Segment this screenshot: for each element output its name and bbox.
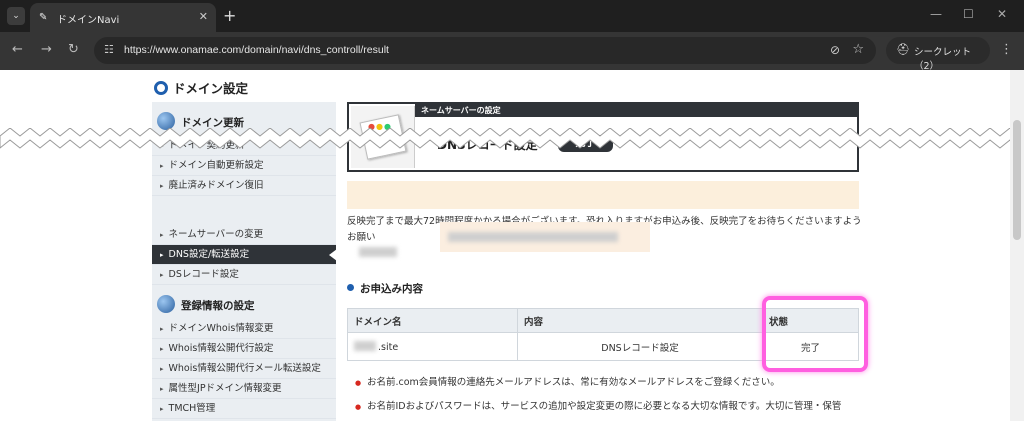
sidebar-item-nameserver[interactable]: ▸ ネームサーバーの変更	[152, 225, 336, 245]
cell-content: DNSレコード設定	[517, 332, 763, 361]
browser-tab[interactable]: ✎ ドメインNavi ✕	[30, 3, 216, 32]
tab-close-icon[interactable]: ✕	[199, 10, 208, 23]
window-close-icon[interactable]: ✕	[997, 7, 1007, 21]
sidebar-item-auto-renewal[interactable]: ▸ ドメイン自動更新設定	[152, 156, 336, 176]
notes-list: お名前.com会員情報の連絡先メールアドレスは、常に有効なメールアドレスをご登録…	[355, 376, 857, 421]
redacted-text	[359, 247, 397, 257]
column-header-domain: ドメイン名	[347, 308, 518, 333]
status-highlight-frame	[762, 296, 868, 372]
forward-arrow-icon[interactable]: →	[41, 42, 52, 57]
redacted-box	[440, 222, 650, 252]
torn-edge-divider	[0, 128, 1024, 149]
sidebar-item-whois-change[interactable]: ▸ ドメインWhois情報変更	[152, 319, 336, 339]
browser-menu-icon[interactable]: ⋮	[1000, 42, 1013, 57]
sidebar-item-ds-record[interactable]: ▸ DSレコード設定	[152, 265, 336, 285]
site-info-icon[interactable]: ☷	[104, 43, 114, 56]
scrollbar-thumb[interactable]	[1013, 120, 1021, 240]
page-scrollbar[interactable]	[1010, 70, 1024, 421]
tab-search-icon[interactable]: ⌄	[7, 7, 25, 25]
incognito-label: シークレット（2）	[914, 47, 972, 72]
redacted-domain	[354, 340, 376, 351]
sidebar-item-whois-mail-forward[interactable]: ▸ Whois情報公開代行メール転送設定	[152, 359, 336, 379]
maximize-icon[interactable]: ☐	[963, 7, 974, 21]
notice-bar	[347, 181, 859, 209]
back-arrow-icon[interactable]: ←	[12, 42, 23, 57]
browser-toolbar: ← → ↻ ☷ https://www.onamae.com/domain/na…	[0, 32, 1024, 72]
sidebar-item-dns-settings[interactable]: ▸ DNS設定/転送設定	[152, 245, 337, 265]
bookmark-star-icon[interactable]: ☆	[852, 42, 864, 57]
browser-titlebar: ⌄ ✎ ドメインNavi ✕ + — ☐ ✕	[0, 0, 1024, 32]
address-bar[interactable]: ☷ https://www.onamae.com/domain/navi/dns…	[94, 37, 876, 64]
page-title: ドメイン設定	[154, 78, 248, 97]
page-content: ドメイン設定 ドメイン更新 ▸ドメイン契約更新 ▸ドメイン自動更新設定 ▸廃止済…	[0, 70, 1024, 421]
list-item: お名前IDおよびパスワードは、サービスの追加や設定変更の際に必要となる大切な情報…	[355, 400, 857, 414]
sidebar-item-whois-proxy[interactable]: ▸ Whois情報公開代行設定	[152, 339, 336, 359]
database-icon	[157, 295, 175, 313]
column-header-content: 内容	[517, 308, 763, 333]
ns-box-header: ネームサーバーの設定	[415, 104, 857, 117]
minimize-icon[interactable]: —	[930, 7, 942, 21]
sidebar-item-restore[interactable]: ▸ 廃止済みドメイン復旧	[152, 176, 336, 196]
reload-icon[interactable]: ↻	[68, 42, 79, 57]
heading-dot-icon	[347, 284, 354, 291]
incognito-button[interactable]: ⛑ シークレット（2）	[886, 37, 990, 72]
tab-title: ドメインNavi	[57, 15, 120, 26]
order-heading: お申込み内容	[347, 281, 423, 296]
url-text[interactable]: https://www.onamae.com/domain/navi/dns_c…	[124, 44, 389, 56]
sidebar-item-jp-domain[interactable]: ▸ 属性型JPドメイン情報変更	[152, 379, 336, 399]
sidebar-heading-registration: 登録情報の設定	[157, 295, 255, 313]
incognito-icon: ⛑	[896, 43, 910, 56]
section-ring-icon	[154, 81, 168, 95]
site-favicon-icon: ✎	[39, 12, 48, 23]
tracking-eye-icon[interactable]: ⊘	[830, 43, 840, 57]
cell-domain: .site	[347, 332, 518, 361]
list-item: お名前.com会員情報の連絡先メールアドレスは、常に有効なメールアドレスをご登録…	[355, 376, 857, 390]
sidebar-item-tmch[interactable]: ▸ TMCH管理	[152, 399, 336, 419]
new-tab-icon[interactable]: +	[223, 6, 236, 25]
